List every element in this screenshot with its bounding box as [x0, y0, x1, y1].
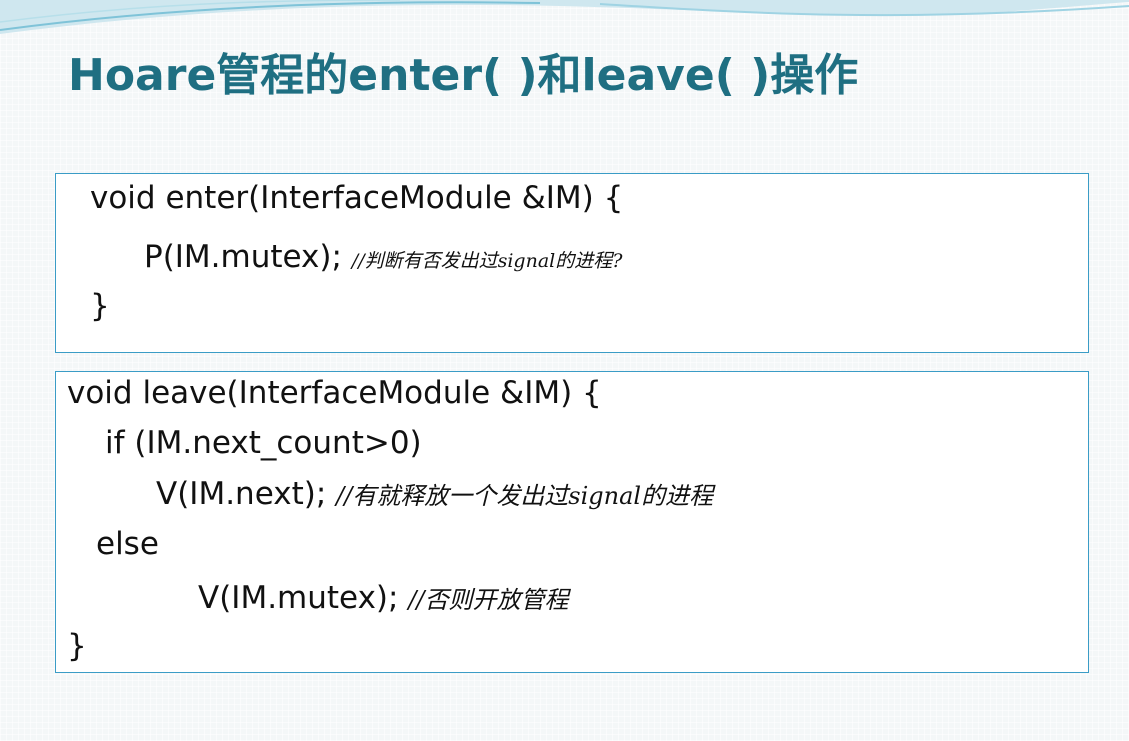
leave-else-line: else — [96, 526, 159, 562]
enter-code-box: void enter(InterfaceModule &IM) { P(IM.m… — [55, 173, 1089, 353]
leave-v-next-line: V(IM.next); //有就释放一个发出过signal的进程 — [156, 474, 713, 516]
leave-v-mutex-code: V(IM.mutex); — [198, 580, 409, 616]
leave-v-next-comment: //有就释放一个发出过signal的进程 — [336, 482, 714, 510]
enter-comment: //判断有否发出过signal的进程? — [351, 250, 623, 272]
enter-signature-line: void enter(InterfaceModule &IM) { — [90, 180, 624, 216]
leave-closing-brace: } — [67, 628, 87, 664]
top-decoration — [0, 0, 1129, 34]
slide-title: Hoare管程的enter( )和leave( )操作 — [68, 50, 859, 101]
enter-p-mutex-code: P(IM.mutex); — [144, 239, 352, 275]
leave-v-mutex-comment: //否则开放管程 — [408, 586, 569, 614]
enter-closing-brace: } — [90, 288, 110, 324]
leave-if-line: if (IM.next_count>0) — [105, 425, 422, 461]
leave-code-box: void leave(InterfaceModule &IM) { if (IM… — [55, 371, 1089, 673]
leave-v-mutex-line: V(IM.mutex); //否则开放管程 — [198, 578, 568, 620]
enter-p-mutex-line: P(IM.mutex); //判断有否发出过signal的进程? — [144, 237, 622, 281]
leave-v-next-code: V(IM.next); — [156, 476, 337, 512]
leave-signature-line: void leave(InterfaceModule &IM) { — [67, 375, 602, 411]
